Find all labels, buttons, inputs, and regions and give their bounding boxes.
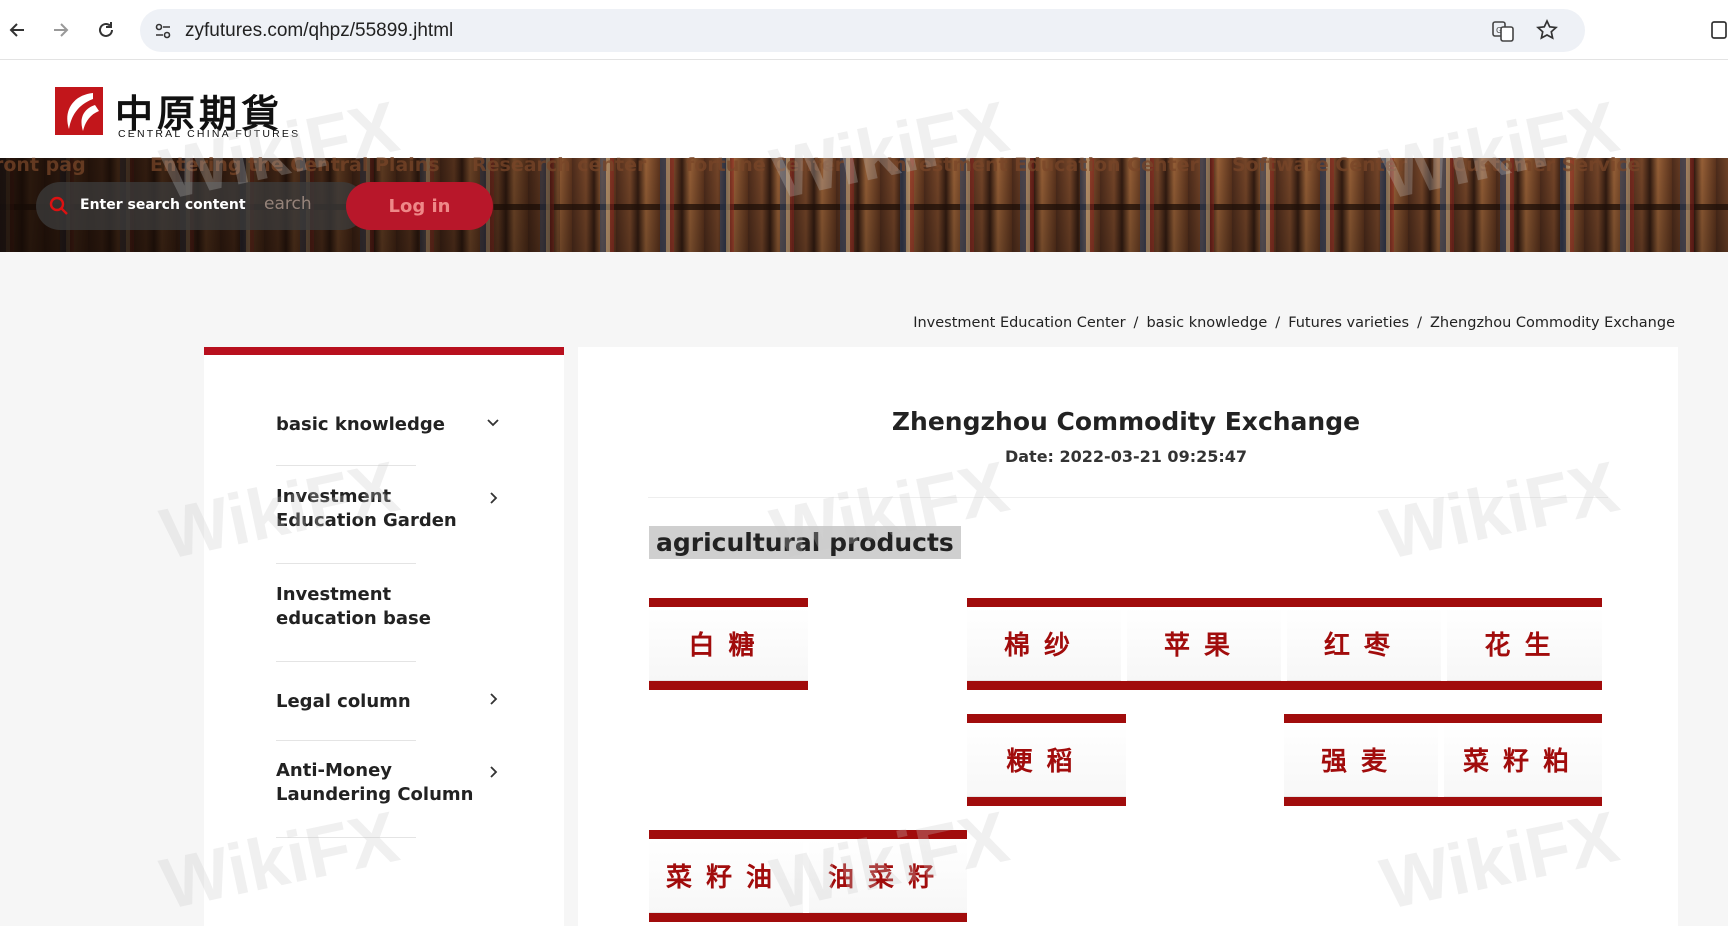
forward-button[interactable] [42, 12, 78, 48]
search-icon[interactable] [48, 195, 70, 217]
sidebar: basic knowledge Investment Education Gar… [204, 347, 564, 927]
translate-icon[interactable]: G [1491, 19, 1515, 43]
product-rapeseed-oil[interactable]: 菜籽油 [649, 839, 803, 913]
product-sugar[interactable]: 白糖 [649, 607, 808, 681]
product-jujube[interactable]: 红枣 [1287, 607, 1441, 681]
breadcrumb-item[interactable]: Investment Education Center [913, 315, 1125, 331]
search-input[interactable]: Enter search content [80, 197, 246, 213]
chevron-right-icon [490, 492, 498, 504]
sidebar-item-label: Investment Education Garden [276, 486, 457, 531]
product-group-sugar: 白糖 [649, 598, 808, 690]
nav-item-central-plains[interactable]: Entering the Central Plains [150, 154, 440, 176]
breadcrumb: Investment Education Center / basic knowle… [913, 315, 1675, 331]
svg-text:G: G [1496, 26, 1502, 35]
sidebar-item-investment-education-garden[interactable]: Investment Education Garden [276, 485, 498, 533]
nav-item-customer-service[interactable]: Customer Service [1452, 154, 1641, 176]
breadcrumb-item[interactable]: basic knowledge [1146, 315, 1267, 331]
nav-item-front-page[interactable]: ront pag [0, 154, 86, 176]
product-apple[interactable]: 苹果 [1127, 607, 1281, 681]
nav-item-fortune-center[interactable]: fortune Center [686, 154, 844, 176]
product-cotton-yarn[interactable]: 棉纱 [967, 607, 1121, 681]
sidebar-item-label: Investment education base [276, 584, 431, 629]
browser-toolbar: zyfutures.com/qhpz/55899.jhtml G [0, 0, 1728, 60]
nav-item-software-center[interactable]: Software Center [1232, 154, 1407, 176]
sidebar-item-anti-money-laundering[interactable]: Anti-Money Laundering Column [276, 759, 498, 807]
product-rapeseed-meal[interactable]: 菜籽粕 [1444, 723, 1602, 797]
product-group-wheat: 强麦 菜籽粕 [1284, 714, 1602, 806]
extensions-icon[interactable] [1706, 18, 1728, 42]
chevron-right-icon [490, 766, 498, 778]
divider [648, 497, 1608, 498]
site-settings-icon[interactable] [152, 20, 174, 42]
main-content: Investment Education Center / basic knowle… [0, 252, 1728, 927]
sidebar-item-basic-knowledge[interactable]: basic knowledge [276, 413, 499, 437]
reload-icon [99, 22, 113, 37]
main-navigation: ront pag Entering the Central Plains Res… [0, 154, 1728, 182]
nav-item-investment-education[interactable]: Investment Education Center [886, 154, 1199, 176]
article-date: Date: 2022-03-21 09:25:47 [1004, 447, 1248, 466]
product-rapeseed[interactable]: 油菜籽 [809, 839, 967, 913]
sidebar-item-investment-education-base[interactable]: Investment education base [276, 583, 496, 631]
address-bar[interactable]: zyfutures.com/qhpz/55899.jhtml G [140, 9, 1585, 52]
logo-english-text: CENTRAL CHINA FUTURES [118, 128, 301, 140]
sidebar-item-label: Legal column [276, 691, 411, 712]
section-heading: agricultural products [649, 526, 961, 559]
sidebar-item-label: basic knowledge [276, 414, 445, 435]
article: Zhengzhou Commodity Exchange Date: 2022-… [578, 347, 1678, 927]
site-logo[interactable]: 中原期貨 CENTRAL CHINA FUTURES [55, 87, 305, 142]
back-button[interactable] [0, 12, 36, 48]
article-title: Zhengzhou Commodity Exchange [891, 407, 1361, 436]
nav-item-research-center[interactable]: Research center [472, 154, 646, 176]
forward-arrow-icon [54, 23, 69, 37]
breadcrumb-current: Zhengzhou Commodity Exchange [1430, 315, 1675, 331]
url-text[interactable]: zyfutures.com/qhpz/55899.jhtml [185, 20, 453, 42]
logo-mark-icon [55, 87, 103, 135]
search-bar: Enter search content earch [36, 182, 366, 230]
site-header: 中原期貨 CENTRAL CHINA FUTURES [0, 60, 1728, 160]
product-group-rapeseed: 菜籽油 油菜籽 [649, 830, 967, 922]
search-button[interactable]: earch [264, 194, 312, 214]
sidebar-item-legal-column[interactable]: Legal column [276, 690, 498, 714]
product-group-rice: 粳稻 [967, 714, 1126, 806]
chevron-down-icon [487, 419, 499, 427]
reload-button[interactable] [88, 12, 124, 48]
product-peanut[interactable]: 花生 [1447, 607, 1602, 681]
sidebar-item-label: Anti-Money Laundering Column [276, 760, 474, 805]
back-arrow-icon [9, 23, 24, 37]
breadcrumb-item[interactable]: Futures varieties [1288, 315, 1409, 331]
product-group-row1: 棉纱 苹果 红枣 花生 [967, 598, 1602, 690]
login-button[interactable]: Log in [346, 182, 493, 230]
chevron-right-icon [490, 693, 498, 705]
product-strong-wheat[interactable]: 强麦 [1284, 723, 1438, 797]
product-japonica-rice[interactable]: 粳稻 [967, 723, 1126, 797]
bookmark-star-icon[interactable] [1535, 18, 1561, 44]
